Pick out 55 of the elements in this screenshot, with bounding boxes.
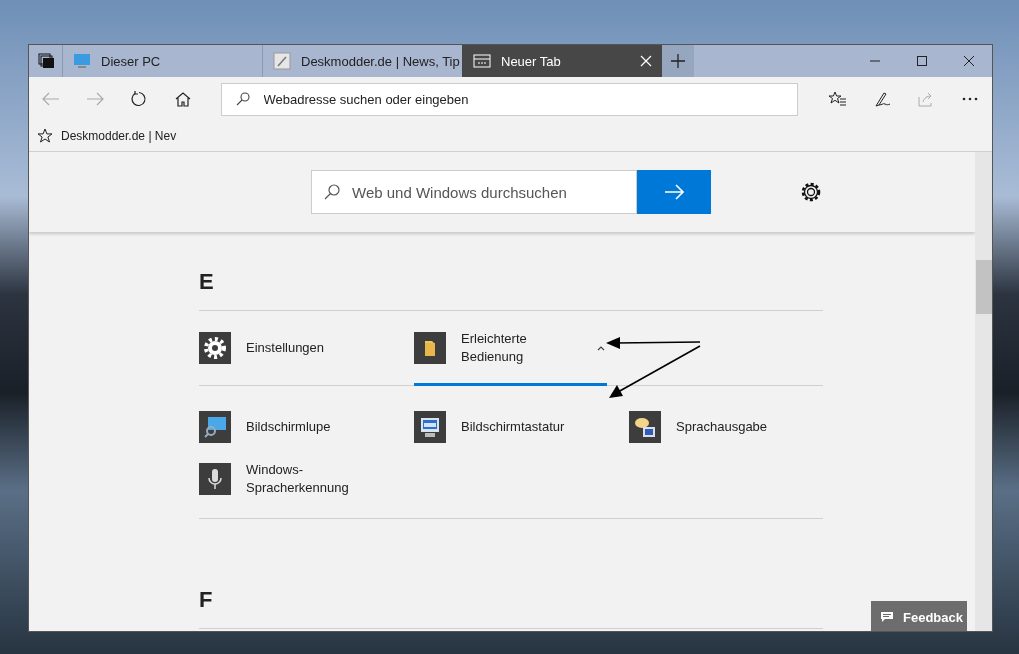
app-icon-tile[interactable] xyxy=(199,332,231,364)
share-icon xyxy=(917,91,934,107)
window-icon xyxy=(473,52,491,70)
ellipsis-icon xyxy=(961,97,978,101)
app-icon-tile[interactable] xyxy=(629,411,661,443)
maximize-icon xyxy=(916,56,927,66)
app-label[interactable]: Bildschirmtastatur xyxy=(461,418,565,436)
gear-icon xyxy=(204,337,226,359)
app-icon-tile[interactable] xyxy=(414,332,446,364)
settings-button[interactable] xyxy=(799,180,823,204)
monitor-icon xyxy=(73,52,91,70)
arrow-right-icon xyxy=(664,184,684,200)
app-label[interactable]: Windows-Spracherkennung xyxy=(246,461,371,497)
app-label[interactable]: Bildschirmlupe xyxy=(246,418,331,436)
feedback-button[interactable]: Feedback xyxy=(871,601,967,631)
arrow-right-icon xyxy=(85,92,104,106)
speech-bubble-monitor-icon xyxy=(635,417,655,437)
address-input[interactable]: Webadresse suchen oder eingeben xyxy=(261,90,797,108)
section-letter: E xyxy=(199,268,215,296)
scrollbar[interactable] xyxy=(975,152,992,631)
close-tab-icon[interactable] xyxy=(640,55,652,67)
new-tab-button[interactable] xyxy=(662,45,694,77)
star-icon xyxy=(37,128,53,144)
app-label[interactable]: Sprachausgabe xyxy=(676,418,768,436)
search-icon xyxy=(324,184,340,200)
microphone-icon xyxy=(208,469,222,489)
star-list-icon xyxy=(828,91,847,107)
app-icon-tile[interactable] xyxy=(199,411,231,443)
app-label[interactable]: Einstellungen xyxy=(246,339,325,357)
browser-tab[interactable]: Deskmodder.de | News, Tip xyxy=(262,45,462,77)
browser-tab[interactable]: Neuer Tab xyxy=(462,45,662,77)
app-label[interactable]: Erleichterte Bedienung xyxy=(461,330,586,366)
settings-icon xyxy=(799,180,823,204)
arrow-left-icon xyxy=(41,92,60,106)
web-search-field[interactable]: Web und Windows durchsuchen xyxy=(311,170,637,214)
address-field[interactable]: Webadresse suchen oder eingeben xyxy=(220,82,798,116)
section-letter: F xyxy=(199,586,214,614)
magnifier-icon xyxy=(204,416,226,438)
refresh-icon xyxy=(130,91,147,107)
search-input[interactable]: Web und Windows durchsuchen xyxy=(350,182,636,202)
plus-icon xyxy=(670,53,686,69)
app-icon-tile[interactable] xyxy=(199,463,231,495)
home-icon xyxy=(174,91,191,107)
pen-icon xyxy=(872,91,891,107)
browser-tab[interactable]: Dieser PC xyxy=(62,45,262,77)
folder-icon xyxy=(425,340,435,356)
close-icon xyxy=(963,56,974,66)
favorite-link[interactable]: Deskmodder.de | Nev xyxy=(37,128,177,144)
app-icon-tile[interactable] xyxy=(414,411,446,443)
keyboard-monitor-icon xyxy=(421,417,439,437)
pen-page-icon xyxy=(273,52,291,70)
search-icon xyxy=(235,92,250,106)
search-submit-button[interactable] xyxy=(637,170,711,214)
message-icon xyxy=(881,612,893,622)
stacked-windows-icon xyxy=(37,53,54,69)
